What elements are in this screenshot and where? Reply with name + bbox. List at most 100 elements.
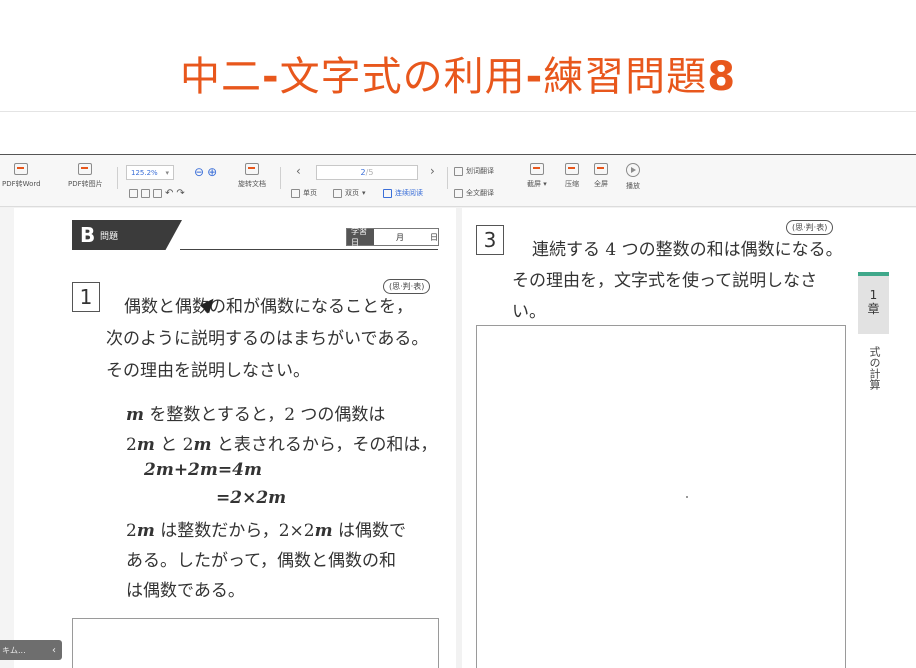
rotate-right-icon[interactable]: ↷ [176,188,184,199]
continuous-read-icon [383,188,392,198]
question-skill-tag: (思·判·表) [786,220,834,235]
screenshot-label: 截屏 ▾ [527,180,547,188]
title-number: 8 [707,54,737,100]
play-button[interactable]: 播放 [626,163,640,191]
explanation-line: 2m と 2m と表されるから，その和は， [126,430,437,455]
pdf-to-image-label: PDF转图片 [68,180,103,188]
pdf-toolbar: PDF转Word PDF转图片 125.2% ▾ ⊖ ⊕ ↶ ↷ 旋转文档 ‹ … [0,155,916,207]
explanation-text: 2 [126,435,137,455]
math-var: m [136,435,155,455]
play-icon [626,163,640,177]
pdf-to-word-label: PDF转Word [2,180,41,188]
title-part: 練習問題 [543,54,708,100]
explanation-text: と表されるから，その和は， [211,435,438,455]
chapter-tab: 1 章 [858,272,889,334]
pdf-to-image-button[interactable]: PDF转图片 [68,163,103,189]
equation: =2×2m [216,488,287,508]
math-var: m [193,435,212,455]
word-translate-label: 划词翻译 [466,167,494,175]
page-speck [686,496,688,498]
compress-button[interactable]: 压缩 [565,163,579,189]
banner-rule [180,249,438,250]
screenshot-button[interactable]: 截屏 ▾ [527,163,547,189]
pdf-word-icon [14,163,29,175]
question-text: 次のように説明するのはまちがいである。 [106,329,429,349]
zoom-in-icon[interactable]: ⊕ [207,165,217,179]
explanation-text: を整数とすると，2 つの偶数は [144,405,386,425]
explanation-text: と 2 [154,435,194,455]
equation-line: 2m+2m=4m [144,460,262,480]
double-page-label: 双页 [345,189,359,197]
math-var: m [126,405,144,425]
question-text: 連続する 4 つの整数の和は偶数になる。 [532,240,843,260]
view-tools: ↶ ↷ [129,188,185,199]
title-part: 文字式の利用 [279,54,526,100]
continuous-read-button[interactable]: 连续阅读 [383,188,423,198]
full-translate-button[interactable]: 全文翻译 [454,188,494,198]
page-margin [0,208,14,668]
prev-page-icon[interactable]: ‹ [296,164,301,178]
toolbar-separator [280,167,281,189]
full-translate-label: 全文翻译 [466,189,494,197]
explanation-line: ある。したがって，偶数と偶数の和 [126,551,396,571]
fullscreen-label: 全屏 [594,180,608,188]
answer-box[interactable] [476,325,846,668]
rotate-doc-icon [245,163,259,175]
single-page-button[interactable]: 单页 [291,188,317,198]
word-translate-button[interactable]: 划词翻译 [454,166,494,176]
actual-size-icon[interactable] [153,189,162,198]
pdf-image-icon [78,163,93,175]
pdf-to-word-button[interactable]: PDF转Word [2,163,41,189]
chevron-down-icon: ▾ [362,189,366,197]
question-number: 1 [72,282,100,312]
translate-icon [454,166,463,176]
continuous-read-label: 连续阅读 [395,189,423,197]
chapter-number: 1 [869,288,878,302]
compress-label: 压缩 [565,180,579,188]
toolbar-separator [117,167,118,189]
chevron-left-icon: ‹ [52,644,56,656]
double-page-button[interactable]: 双页 ▾ [333,188,366,198]
fit-page-icon[interactable] [129,189,138,198]
zoom-value: 125.2% [131,168,158,177]
rotate-doc-button[interactable]: 旋转文档 [238,163,266,189]
question-text: い。 [512,302,546,322]
explanation-text: 2 [126,521,137,541]
sidebar-collapse-tab[interactable]: キム... ‹ [0,640,62,660]
next-page-icon[interactable]: › [430,164,435,178]
banner-letter: B [80,223,96,247]
title-part: 中二 [179,54,262,100]
zoom-controls: ⊖ ⊕ [194,165,217,179]
fit-width-icon[interactable] [141,189,150,198]
question-text: 偶数と偶数の和が偶数になることを， [124,297,413,317]
zoom-select[interactable]: 125.2% ▾ [126,165,174,180]
question-text: その理由を，文字式を使って説明しなさ [512,271,818,291]
explanation-line: 2m は整数だから，2×2m は偶数で [126,516,406,541]
equation: 2m+2m=4m [144,460,262,480]
chevron-down-icon: ▾ [165,168,169,177]
title-dash: - [525,54,544,100]
screenshot-icon [529,163,544,175]
page-title: 中二-文字式の利用-練習問題8 [0,44,916,102]
explanation-line: m を整数とすると，2 つの偶数は [126,400,385,425]
fullscreen-icon [594,163,608,175]
fullscreen-button[interactable]: 全屏 [594,163,608,189]
page-total: /5 [365,168,374,177]
chapter-title: 式の計算 [868,346,881,390]
compress-icon [565,163,579,175]
banner-subtitle: 問題 [100,232,119,242]
math-var: m [314,521,333,541]
answer-box[interactable] [72,618,439,668]
rotate-left-icon[interactable]: ↶ [165,188,173,199]
double-page-icon [333,188,342,198]
math-var: m [136,521,155,541]
explanation-text: は整数だから，2×2 [154,521,315,541]
zoom-out-icon[interactable]: ⊖ [194,165,204,179]
full-translate-icon [454,188,463,198]
explanation-line: は偶数である。 [126,581,245,601]
date-label: 学習日 [347,227,374,247]
toolbar-separator [447,167,448,189]
play-label: 播放 [626,182,640,190]
section-banner: B 問題 [72,220,182,250]
page-number-input[interactable]: 2/5 [316,165,418,180]
